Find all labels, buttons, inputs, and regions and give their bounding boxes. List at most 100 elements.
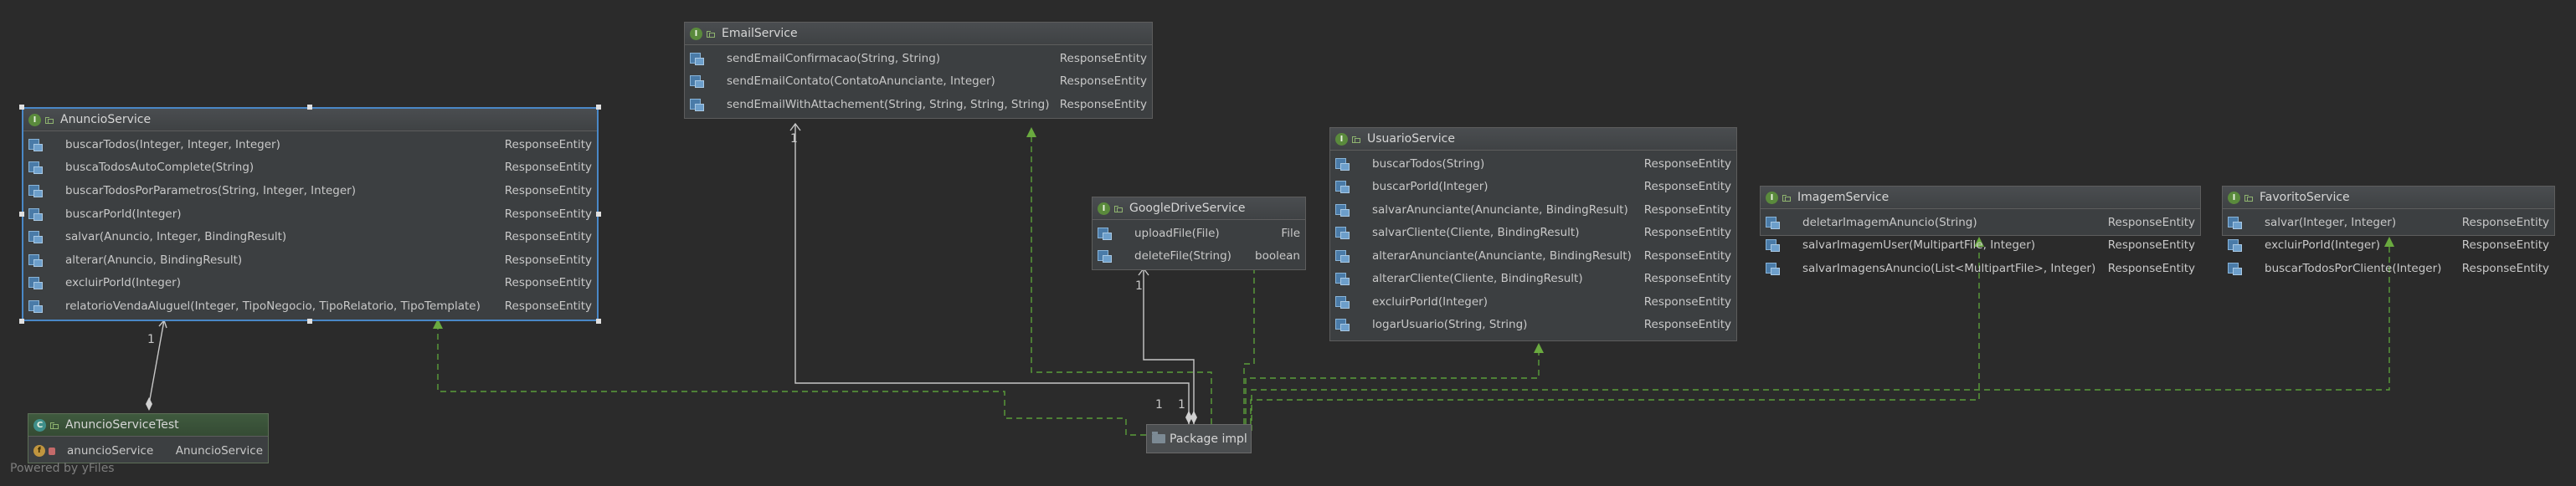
- method-row[interactable]: buscarPorId(Integer) ResponseEntity: [1330, 176, 1736, 199]
- method-type: ResponseEntity: [2107, 261, 2195, 275]
- imagem-service-node[interactable]: I ImagemService deletarImagemAnuncio(Str…: [1760, 186, 2201, 275]
- class-name: ImagemService: [1797, 191, 1890, 204]
- method-row[interactable]: alterarCliente(Cliente, BindingResult) Re…: [1330, 268, 1736, 291]
- usuario-service-node[interactable]: I UsuarioService buscarTodos(String) Resp…: [1329, 127, 1737, 341]
- method-type: ResponseEntity: [1643, 226, 1731, 240]
- method-row[interactable]: salvarCliente(Cliente, BindingResult) Res…: [1330, 222, 1736, 245]
- method-row[interactable]: buscarTodosPorParametros(String, Integer…: [23, 179, 597, 202]
- package-impl-node[interactable]: Package impl: [1146, 424, 1252, 453]
- method-type: ResponseEntity: [504, 183, 592, 197]
- method-row[interactable]: salvar(Integer, Integer) ResponseEntity: [2223, 211, 2554, 234]
- method-type: ResponseEntity: [504, 230, 592, 244]
- method-row[interactable]: salvar(Anuncio, Integer, BindingResult) R…: [23, 225, 597, 248]
- method-icon: [28, 161, 44, 175]
- method-type: ResponseEntity: [504, 299, 592, 313]
- field-row[interactable]: f anuncioService AnuncioService: [28, 438, 268, 463]
- package-private-icon: [1114, 204, 1123, 212]
- implements-arrow-usuario: [1534, 343, 1544, 353]
- method-row[interactable]: salvarImagemUser(MultipartFile, Integer)…: [1761, 234, 2200, 258]
- package-private-icon: [1782, 193, 1791, 202]
- method-name: buscarTodosPorCliente(Integer): [2265, 261, 2442, 275]
- class-name: FavoritoService: [2260, 191, 2350, 204]
- method-name: sendEmailWithAttachement(String, String,…: [727, 97, 1050, 111]
- selection-handle[interactable]: [307, 319, 312, 324]
- method-icon: [1335, 181, 1350, 194]
- method-row[interactable]: sendEmailWithAttachement(String, String,…: [685, 93, 1152, 116]
- method-type: ResponseEntity: [1643, 318, 1731, 332]
- method-icon: [2228, 216, 2243, 229]
- method-row[interactable]: sendEmailContato(ContatoAnunciante, Inte…: [685, 70, 1152, 94]
- method-name: buscarPorId(Integer): [65, 207, 182, 221]
- field-list: f anuncioService AnuncioService: [28, 437, 268, 463]
- package-private-icon: [45, 115, 54, 124]
- method-row[interactable]: logarUsuario(String, String) ResponseEnti…: [1330, 314, 1736, 337]
- selection-handle[interactable]: [596, 212, 601, 217]
- method-row[interactable]: deletarImagemAnuncio(String) ResponseEnti…: [1761, 211, 2200, 234]
- method-name: alterarAnunciante(Anunciante, BindingRes…: [1372, 248, 1632, 263]
- method-row[interactable]: salvarAnunciante(Anunciante, BindingResu…: [1330, 198, 1736, 222]
- method-type: boolean: [1255, 249, 1300, 263]
- method-row[interactable]: salvarImagensAnuncio(List<MultipartFile>…: [1761, 257, 2200, 280]
- selection-handle[interactable]: [19, 319, 24, 324]
- method-name: sendEmailContato(ContatoAnunciante, Inte…: [727, 74, 995, 89]
- email-service-header: I EmailService: [685, 23, 1152, 45]
- method-icon: [690, 52, 705, 65]
- selection-handle[interactable]: [19, 212, 24, 217]
- class-name: GoogleDriveService: [1129, 202, 1246, 215]
- method-row[interactable]: excluirPorId(Integer) ResponseEntity: [2223, 234, 2554, 258]
- folder-icon: [1152, 432, 1165, 443]
- method-row[interactable]: relatorioVendaAluguel(Integer, TipoNegoc…: [23, 294, 597, 318]
- method-name: excluirPorId(Integer): [2265, 238, 2380, 253]
- method-row[interactable]: buscarTodos(String) ResponseEntity: [1330, 152, 1736, 176]
- method-icon: [2228, 239, 2243, 253]
- method-row[interactable]: deleteFile(String) boolean: [1093, 245, 1305, 269]
- method-row[interactable]: buscarPorId(Integer) ResponseEntity: [23, 202, 597, 226]
- method-name: uploadFile(File): [1134, 226, 1220, 240]
- method-name: excluirPorId(Integer): [1372, 294, 1488, 309]
- selection-handle[interactable]: [307, 105, 312, 110]
- selection-handle[interactable]: [596, 105, 601, 110]
- selection-handle[interactable]: [19, 105, 24, 110]
- package-private-icon: [707, 29, 715, 38]
- anuncio-service-test-node[interactable]: C AnuncioServiceTest f anuncioService An…: [28, 413, 269, 463]
- method-row[interactable]: alterar(Anuncio, BindingResult) ResponseE…: [23, 248, 597, 272]
- multiplicity-label: 1: [1135, 279, 1143, 293]
- method-icon: [28, 207, 44, 221]
- class-name: AnuncioServiceTest: [65, 418, 179, 432]
- favorito-service-node[interactable]: I FavoritoService salvar(Integer, Intege…: [2222, 186, 2555, 275]
- method-type: ResponseEntity: [1059, 51, 1147, 65]
- method-name: logarUsuario(String, String): [1372, 318, 1528, 332]
- method-row[interactable]: alterarAnunciante(Anunciante, BindingRes…: [1330, 244, 1736, 268]
- method-name: deleteFile(String): [1134, 249, 1231, 263]
- email-service-node[interactable]: I EmailService sendEmailConfirmacao(Stri…: [684, 22, 1153, 119]
- google-drive-service-node[interactable]: I GoogleDriveService uploadFile(File) Fil…: [1092, 197, 1306, 270]
- method-row[interactable]: excluirPorId(Integer) ResponseEntity: [23, 272, 597, 295]
- method-row[interactable]: excluirPorId(Integer) ResponseEntity: [1330, 290, 1736, 314]
- method-name: sendEmailConfirmacao(String, String): [727, 51, 941, 65]
- method-name: salvarCliente(Cliente, BindingResult): [1372, 226, 1580, 240]
- method-row[interactable]: buscaTodosAutoComplete(String) ResponseEn…: [23, 156, 597, 180]
- imagem-service-header: I ImagemService: [1761, 187, 2200, 209]
- method-row[interactable]: uploadFile(File) File: [1093, 222, 1305, 245]
- google-drive-service-header: I GoogleDriveService: [1093, 197, 1305, 220]
- method-icon: [1335, 227, 1350, 240]
- method-row[interactable]: buscarTodosPorCliente(Integer) ResponseEn…: [2223, 257, 2554, 280]
- interface-icon: I: [2228, 191, 2240, 204]
- method-type: ResponseEntity: [1643, 248, 1731, 263]
- class-name: AnuncioService: [60, 113, 152, 126]
- method-name: alterar(Anuncio, BindingResult): [65, 253, 243, 267]
- method-type: ResponseEntity: [2461, 215, 2549, 229]
- method-icon: [1335, 157, 1350, 171]
- method-row[interactable]: sendEmailConfirmacao(String, String) Resp…: [685, 47, 1152, 70]
- package-private-icon: [50, 421, 59, 429]
- interface-icon: I: [1335, 132, 1348, 146]
- interface-icon: I: [1098, 202, 1110, 215]
- selection-handle[interactable]: [596, 319, 601, 324]
- method-list: buscarTodos(String) ResponseEntity buscar…: [1330, 151, 1736, 336]
- method-list: salvar(Integer, Integer) ResponseEntity e…: [2223, 209, 2554, 280]
- anuncio-service-node[interactable]: I AnuncioService buscarTodos(Integer, In…: [22, 107, 599, 321]
- interface-icon: I: [1766, 191, 1778, 204]
- method-row[interactable]: buscarTodos(Integer, Integer, Integer) Re…: [23, 133, 597, 156]
- field-name: anuncioService: [67, 444, 154, 458]
- method-type: ResponseEntity: [504, 276, 592, 290]
